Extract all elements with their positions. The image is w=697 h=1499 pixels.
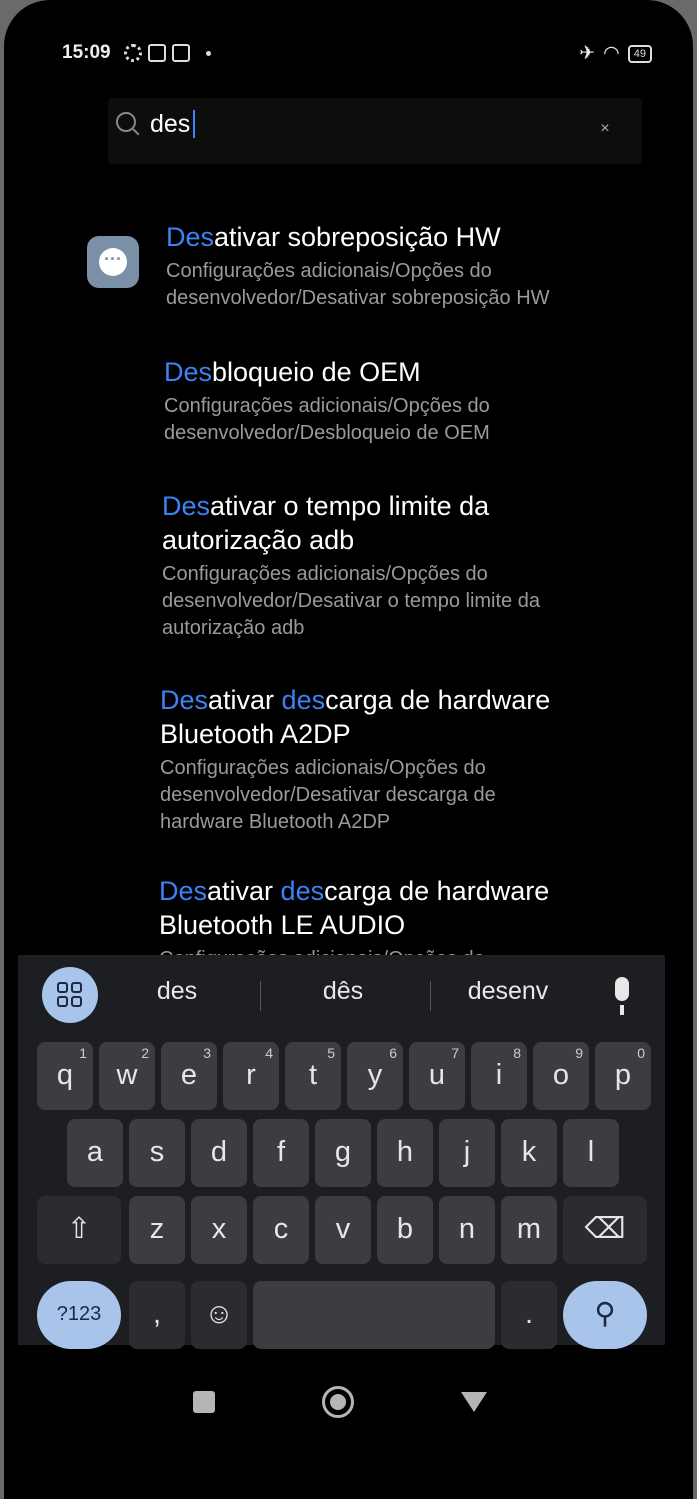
key-h[interactable]: h	[377, 1119, 433, 1187]
status-time: 15:09	[62, 42, 111, 63]
key-i[interactable]: i8	[471, 1042, 527, 1110]
battery-icon: 49	[627, 44, 652, 63]
key-l[interactable]: l	[563, 1119, 619, 1187]
more-settings-app-icon: ···	[87, 236, 139, 288]
key-c[interactable]: c	[253, 1196, 309, 1264]
backspace-icon: ⌫	[584, 1213, 626, 1245]
symbols-key[interactable]: ?123	[37, 1281, 121, 1349]
key-e[interactable]: e3	[161, 1042, 217, 1110]
suggestion-chip[interactable]: des	[122, 977, 232, 1006]
result-title: Desbloqueio de OEM	[164, 357, 421, 387]
result-path: Configurações adicionais/Opções do desenv…	[162, 563, 540, 639]
voice-input-button[interactable]	[602, 973, 642, 1023]
status-bar: 15:09 ✈ ◠ 49	[62, 40, 652, 70]
recent-apps-button[interactable]	[193, 1391, 215, 1413]
keyboard-menu-button[interactable]	[42, 967, 98, 1023]
key-r[interactable]: r4	[223, 1042, 279, 1110]
more-notifications-dot-icon	[206, 51, 211, 56]
key-v[interactable]: v	[315, 1196, 371, 1264]
app-notification-icon	[148, 44, 166, 62]
key-z[interactable]: z	[129, 1196, 185, 1264]
result-path: Configurações adicionais/Opções do desenv…	[164, 395, 490, 444]
key-d[interactable]: d	[191, 1119, 247, 1187]
result-item[interactable]: Desativar descarga de hardware Bluetooth…	[160, 683, 550, 836]
search-icon	[116, 112, 136, 132]
microphone-icon	[615, 977, 629, 1001]
home-button[interactable]	[322, 1386, 354, 1418]
result-title: Desativar descarga de hardware Bluetooth…	[160, 685, 551, 749]
result-item[interactable]: Desbloqueio de OEM Configurações adicion…	[164, 355, 490, 447]
result-path: Configurações adicionais/Opções do desenv…	[160, 757, 496, 833]
back-button[interactable]	[461, 1392, 487, 1412]
result-item[interactable]: Desativar o tempo limite da autorização …	[162, 489, 540, 642]
period-key[interactable]: .	[501, 1281, 557, 1349]
upload-notification-icon	[172, 44, 190, 62]
key-o[interactable]: o9	[533, 1042, 589, 1110]
divider	[260, 981, 261, 1011]
key-a[interactable]: a	[67, 1119, 123, 1187]
key-x[interactable]: x	[191, 1196, 247, 1264]
airplane-mode-icon: ✈	[579, 43, 596, 64]
result-title: Desativar o tempo limite da autorização …	[162, 491, 490, 555]
home-icon	[330, 1394, 346, 1410]
result-title: Desativar sobreposição HW	[166, 222, 501, 252]
clear-search-button[interactable]: ×	[588, 112, 622, 146]
phone-screen: 15:09 ✈ ◠ 49 × ··· Desativar sobreposiçã…	[4, 0, 693, 1499]
search-input[interactable]	[150, 106, 570, 142]
key-q[interactable]: q1	[37, 1042, 93, 1110]
keyboard-panel: des dês desenv q1 w2 e3 r4 t5 y6 u7 i8 o…	[18, 955, 665, 1349]
search-bar: ×	[108, 98, 642, 164]
grid-icon	[57, 982, 68, 993]
key-k[interactable]: k	[501, 1119, 557, 1187]
search-icon: ⚲	[594, 1298, 616, 1330]
key-n[interactable]: n	[439, 1196, 495, 1264]
key-b[interactable]: b	[377, 1196, 433, 1264]
key-j[interactable]: j	[439, 1119, 495, 1187]
key-g[interactable]: g	[315, 1119, 371, 1187]
key-f[interactable]: f	[253, 1119, 309, 1187]
key-s[interactable]: s	[129, 1119, 185, 1187]
suggestion-chip[interactable]: desenv	[448, 977, 568, 1006]
backspace-key[interactable]: ⌫	[563, 1196, 647, 1264]
settings-gear-icon	[124, 44, 142, 62]
comma-key[interactable]: ,	[129, 1281, 185, 1349]
result-path: Configurações adicionais/Opções do desenv…	[166, 260, 550, 309]
key-t[interactable]: t5	[285, 1042, 341, 1110]
shift-key[interactable]: ⇧	[37, 1196, 121, 1264]
text-cursor	[193, 110, 195, 138]
space-key[interactable]	[253, 1281, 495, 1349]
key-y[interactable]: y6	[347, 1042, 403, 1110]
result-item[interactable]: Desativar sobreposição HW Configurações …	[166, 220, 550, 312]
key-w[interactable]: w2	[99, 1042, 155, 1110]
result-title: Desativar descarga de hardware Bluetooth…	[159, 876, 550, 940]
key-u[interactable]: u7	[409, 1042, 465, 1110]
navigation-bar	[4, 1352, 693, 1432]
search-key[interactable]: ⚲	[563, 1281, 647, 1349]
key-m[interactable]: m	[501, 1196, 557, 1264]
key-p[interactable]: p0	[595, 1042, 651, 1110]
shift-icon: ⇧	[66, 1213, 92, 1245]
suggestion-chip[interactable]: dês	[288, 977, 398, 1006]
wifi-icon: ◠	[603, 43, 620, 64]
emoji-icon: ☺	[204, 1298, 234, 1330]
emoji-key[interactable]: ☺	[191, 1281, 247, 1349]
divider	[430, 981, 431, 1011]
suggestion-bar: des dês desenv	[18, 955, 665, 1035]
